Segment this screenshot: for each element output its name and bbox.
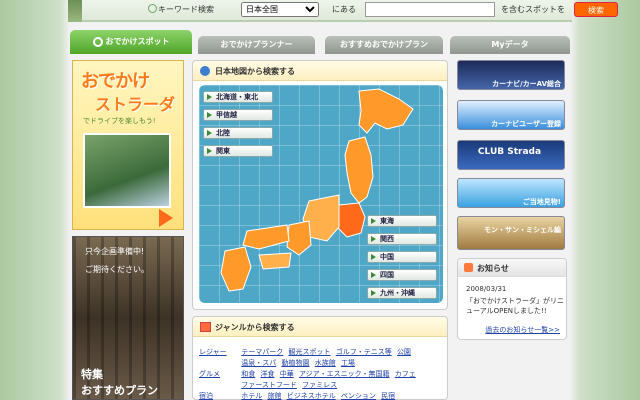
genre-link[interactable]: 洋食 [260, 370, 274, 378]
genre-link[interactable]: 中華 [280, 370, 294, 378]
region-shikoku-button[interactable]: 四国 [367, 269, 437, 281]
genre-row: ファーストフード ファミレス [199, 380, 340, 391]
genre-link[interactable]: ビジネスホテル [287, 392, 336, 400]
region-kyushu-okinawa-button[interactable]: 九州・沖縄 [367, 287, 437, 299]
genre-row: グルメ 和食 洋食 中華 アジア・エスニック・無国籍 カフェ [199, 369, 419, 380]
tab-odekake-spot[interactable]: おでかけスポット [70, 30, 192, 54]
keyword-input[interactable] [365, 2, 495, 17]
mont-saint-michel-banner[interactable]: モン・サン・ミシェル編 [457, 216, 565, 250]
map-region-kyushu [220, 246, 252, 292]
genre-row: 宿泊 ホテル 旅館 ビジネスホテル ペンション 民宿 [199, 391, 398, 400]
genre-link[interactable]: 旅館 [267, 392, 281, 400]
genre-link[interactable]: 水族館 [315, 359, 336, 367]
odekake-strada-promo[interactable]: おでかけ ストラーダ でドライブを楽しもう! [72, 60, 184, 230]
genre-link[interactable]: 温泉・スパ [241, 359, 276, 367]
at-label: にある [332, 5, 356, 14]
globe-icon [200, 66, 210, 76]
navi-user-registration-banner[interactable]: カーナビユーザー登録 [457, 100, 565, 130]
region-hokkaido-tohoku-button[interactable]: 北海道・東北 [203, 91, 273, 103]
tab-odekake-planner[interactable]: おでかけプランナー [198, 36, 315, 54]
genre-link[interactable]: ペンション [341, 392, 376, 400]
map-region-tohoku [344, 136, 374, 204]
genre-link[interactable]: アジア・エスニック・無国籍 [299, 370, 390, 378]
news-archive-link[interactable]: 過去のお知らせ一覧>> [485, 325, 560, 335]
promo-title-line1: おでかけ [81, 71, 150, 92]
feature-plan-promo[interactable]: 只今企画準備中! ご期待ください。 特集 おすすめプラン [72, 236, 184, 400]
local-sightseeing-banner[interactable]: ご当地見物! [457, 178, 565, 208]
japan-map: 北海道・東北 甲信越 北陸 関東 東海 関西 中国 四国 九州・沖縄 [199, 85, 443, 303]
club-strada-banner[interactable]: CLUB Strada [457, 140, 565, 170]
panel-title: 日本地図から検索する [215, 67, 295, 76]
tab-mydata[interactable]: Myデータ [450, 36, 570, 54]
news-header: お知らせ [458, 259, 566, 277]
tab-recommended-plan[interactable]: おすすめおでかけプラン [325, 36, 443, 54]
map-region-kanto [336, 202, 366, 238]
map-region-chugoku [242, 224, 290, 250]
calendar-icon [200, 322, 211, 332]
map-region-hokkaido [358, 88, 414, 134]
promo-tagline: でドライブを楽しもう! [83, 117, 156, 125]
genre-link[interactable]: 工場 [341, 359, 355, 367]
map-region-kansai [286, 220, 312, 256]
keyword-search-label: キーワード検索 [158, 5, 214, 14]
genre-link[interactable]: 民宿 [381, 392, 395, 400]
car-navi-av-banner[interactable]: カーナビ/カーAV総合 [457, 60, 565, 90]
genre-row: 温泉・スパ 動植物園 水族館 工場 [199, 358, 358, 369]
genre-link[interactable]: 和食 [241, 370, 255, 378]
region-select[interactable]: 日本全国 [241, 2, 319, 17]
news-panel: お知らせ 2008/03/31 「おでかけストラーダ」がリニューアルOPENしま… [457, 258, 567, 340]
promo-photo [83, 133, 171, 208]
genre-category-lodging[interactable]: 宿泊 [199, 391, 239, 400]
region-kansai-button[interactable]: 関西 [367, 233, 437, 245]
news-date: 2008/03/31 [466, 285, 507, 293]
region-chugoku-button[interactable]: 中国 [367, 251, 437, 263]
panel-header: ジャンルから検索する [193, 317, 447, 337]
japan-map-panel: 日本地図から検索する 北海道・東北 甲信越 北陸 関東 東海 関西 中国 四国 [192, 60, 448, 310]
containing-label: を含むスポットを [501, 5, 565, 14]
genre-search-panel: ジャンルから検索する レジャー テーマパーク 観光スポット ゴルフ・テニス等 公… [192, 316, 448, 400]
promo-notice: 只今企画準備中! ご期待ください。 [85, 247, 149, 274]
tab-label: おでかけスポット [105, 37, 170, 46]
notice-icon [464, 263, 473, 272]
genre-category-gourmet[interactable]: グルメ [199, 369, 239, 380]
search-icon [148, 4, 157, 13]
genre-row: レジャー テーマパーク 観光スポット ゴルフ・テニス等 公園 [199, 347, 414, 358]
genre-link[interactable]: ゴルフ・テニス等 [336, 348, 392, 356]
panel-title: ジャンルから検索する [215, 323, 295, 332]
panel-header: 日本地図から検索する [193, 61, 447, 81]
feature-title: 特集 おすすめプラン [81, 368, 158, 397]
magnifier-icon [92, 36, 103, 47]
region-kanto-button[interactable]: 関東 [203, 145, 273, 157]
search-button[interactable]: 検索 [574, 2, 618, 17]
header-decoration [68, 0, 82, 22]
arrow-right-icon [159, 209, 173, 227]
region-koshinetsu-button[interactable]: 甲信越 [203, 109, 273, 121]
genre-link[interactable]: ファーストフード [241, 381, 297, 389]
map-region-shikoku [258, 252, 292, 270]
genre-category-leisure[interactable]: レジャー [199, 347, 239, 358]
genre-link[interactable]: テーマパーク [241, 348, 283, 356]
genre-link[interactable]: 観光スポット [288, 348, 330, 356]
keyword-search-bar: キーワード検索 日本全国 にある を含むスポットを 検索 [68, 0, 618, 22]
region-hokuriku-button[interactable]: 北陸 [203, 127, 273, 139]
genre-link[interactable]: カフェ [395, 370, 416, 378]
genre-link[interactable]: 動植物園 [281, 359, 309, 367]
region-tokai-button[interactable]: 東海 [367, 215, 437, 227]
promo-title-line2: ストラーダ [95, 95, 176, 114]
genre-link[interactable]: 公園 [397, 348, 411, 356]
news-text: 「おでかけストラーダ」がリニューアルOPENしました!! [466, 297, 564, 315]
news-title: お知らせ [477, 264, 509, 273]
genre-link[interactable]: ファミレス [302, 381, 337, 389]
genre-link[interactable]: ホテル [241, 392, 262, 400]
